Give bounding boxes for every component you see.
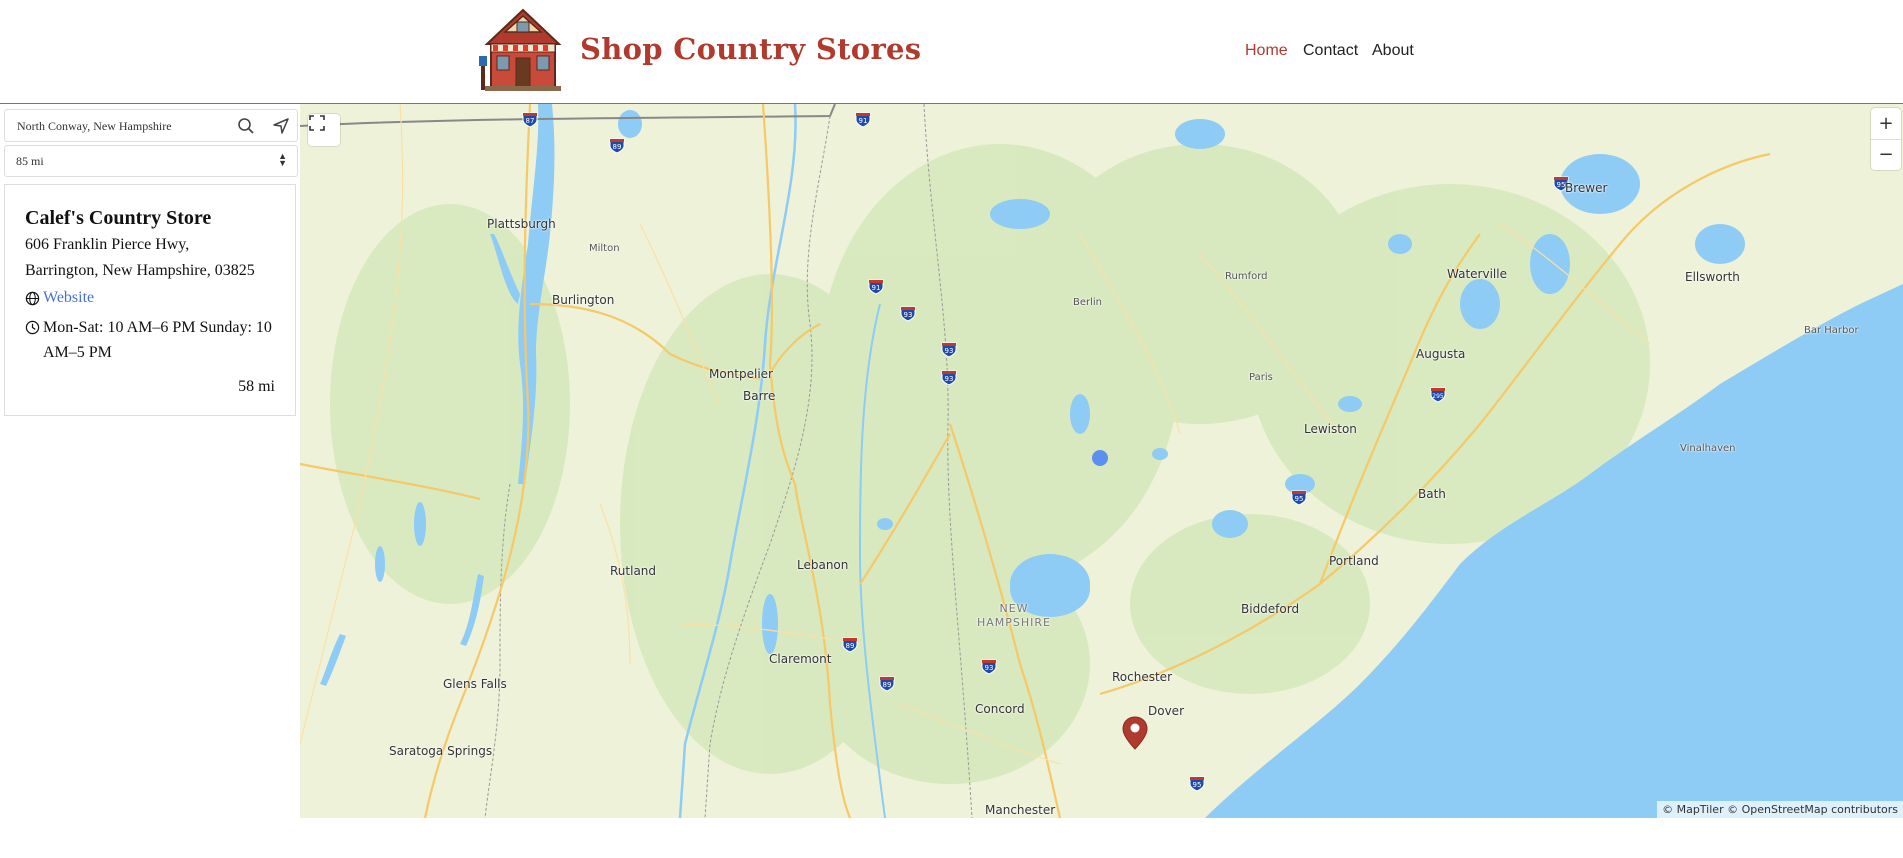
place-label: Rochester: [1112, 670, 1172, 684]
highway-shield-icon: 295: [1430, 387, 1446, 403]
radius-selected-value: 85 mi: [16, 154, 44, 168]
place-label: Burlington: [552, 293, 615, 307]
place-label: Glens Falls: [443, 677, 507, 691]
state-label: NEW HAMPSHIRE: [977, 602, 1051, 630]
place-label: Plattsburgh: [487, 217, 556, 231]
state-label-line2: HAMPSHIRE: [977, 616, 1052, 629]
map-attribution[interactable]: © MapTiler © OpenStreetMap contributors: [1657, 801, 1903, 818]
store-name: Calef's Country Store: [25, 207, 212, 229]
clock-icon: [25, 320, 40, 335]
place-label: Brewer: [1565, 181, 1608, 195]
shield-label: 93: [904, 311, 913, 319]
search-bar: [4, 109, 298, 143]
place-label: Milton: [589, 243, 620, 254]
place-label: Paris: [1249, 372, 1273, 383]
place-label: Rumford: [1225, 271, 1268, 282]
site-title[interactable]: Shop Country Stores: [580, 32, 921, 66]
map[interactable]: 87 91 89 91 93 93 93 95 295 95 89 89 93 …: [300, 104, 1903, 818]
shield-label: 89: [613, 143, 622, 151]
place-label: Barre: [743, 389, 776, 403]
fullscreen-icon: [309, 115, 325, 131]
store-distance: 58 mi: [238, 378, 275, 395]
shield-label: 93: [985, 664, 994, 672]
locate-me-button[interactable]: [268, 113, 294, 139]
search-button[interactable]: [233, 113, 259, 139]
store-hours: Mon-Sat: 10 AM–6 PM Sunday: 10 AM–5 PM: [25, 315, 285, 365]
nav-contact-link[interactable]: Contact: [1303, 42, 1358, 60]
place-label: Biddeford: [1241, 602, 1300, 616]
store-logo-icon[interactable]: [477, 6, 569, 96]
user-location-dot: [1092, 450, 1108, 466]
place-label: Rutland: [610, 564, 657, 578]
place-label: Bar Harbor: [1804, 325, 1859, 336]
place-label: Manchester: [985, 803, 1056, 817]
shield-label: 89: [883, 681, 892, 689]
store-website: Website: [25, 289, 94, 307]
navigation-arrow-icon: [273, 118, 289, 134]
highway-shield-icon: 95: [1291, 490, 1307, 506]
place-label: Concord: [975, 702, 1025, 716]
select-arrows-icon: ▲ ▼: [278, 151, 287, 168]
store-card[interactable]: Calef's Country Store 606 Franklin Pierc…: [4, 184, 296, 416]
place-label: Vinalhaven: [1680, 443, 1736, 454]
radius-select[interactable]: 85 mi ▲ ▼: [4, 145, 298, 177]
nav-about-link[interactable]: About: [1372, 42, 1414, 60]
globe-icon: [25, 291, 40, 305]
zoom-control: + −: [1871, 108, 1901, 170]
highway-shield-icon: 87: [522, 112, 538, 128]
zoom-in-button[interactable]: +: [1871, 108, 1901, 140]
place-label: Portland: [1329, 554, 1379, 568]
shield-label: 93: [945, 375, 954, 383]
place-label: Saratoga Springs: [389, 744, 493, 758]
place-label: Claremont: [769, 652, 832, 666]
highway-shield-icon: 91: [868, 279, 884, 295]
nav-home-link[interactable]: Home: [1245, 42, 1288, 60]
place-label: Ellsworth: [1685, 270, 1740, 284]
highway-shield-icon: 93: [941, 370, 957, 386]
shield-label: 91: [872, 284, 881, 292]
location-search-input[interactable]: [15, 110, 229, 143]
fullscreen-button[interactable]: [308, 114, 340, 146]
state-label-line1: NEW: [999, 602, 1029, 615]
shield-label: 91: [859, 117, 868, 125]
highway-shield-icon: 91: [855, 112, 871, 128]
highway-shield-icon: 89: [609, 138, 625, 154]
shield-label: 87: [526, 117, 535, 125]
highway-shield-icon: 93: [900, 306, 916, 322]
store-website-link[interactable]: Website: [43, 289, 94, 307]
store-hours-text: Mon-Sat: 10 AM–6 PM Sunday: 10 AM–5 PM: [43, 319, 272, 361]
place-label: Waterville: [1447, 267, 1507, 281]
store-address-line2: Barrington, New Hampshire, 03825: [25, 262, 255, 279]
shield-label: 93: [945, 347, 954, 355]
place-label: Montpelier: [709, 367, 773, 381]
place-label: Dover: [1148, 704, 1184, 718]
place-label: Lewiston: [1304, 422, 1357, 436]
highway-shield-icon: 95: [1189, 776, 1205, 792]
highway-shield-icon: 89: [879, 676, 895, 692]
shield-label: 295: [1432, 393, 1444, 400]
site-header: Shop Country Stores Home Contact About: [0, 0, 1903, 104]
highway-shield-icon: 93: [981, 659, 997, 675]
sidebar: 85 mi ▲▼ Calef's Country Store 606 Frank…: [0, 104, 300, 818]
place-label: Berlin: [1073, 297, 1103, 308]
search-icon: [238, 118, 254, 134]
place-label: Lebanon: [797, 558, 849, 572]
highway-shield-icon: 89: [842, 637, 858, 653]
store-address-line1: 606 Franklin Pierce Hwy,: [25, 236, 190, 253]
place-label: Augusta: [1416, 347, 1466, 361]
zoom-out-button[interactable]: −: [1871, 139, 1901, 170]
shield-label: 95: [1295, 495, 1304, 503]
shield-label: 95: [1193, 781, 1202, 789]
highway-shield-icon: 93: [941, 342, 957, 358]
shield-label: 89: [846, 642, 855, 650]
store-map-marker-icon[interactable]: [1122, 716, 1148, 750]
place-label: Bath: [1418, 487, 1446, 501]
